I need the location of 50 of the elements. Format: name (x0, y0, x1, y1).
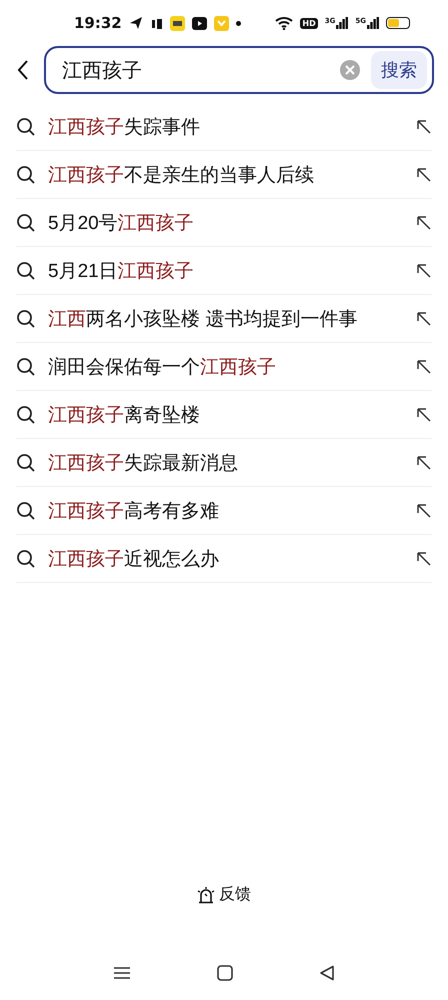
hd-label: HD (300, 18, 318, 28)
feedback-button[interactable]: 反馈 (197, 884, 251, 905)
arrow-up-left-icon[interactable] (416, 118, 432, 134)
dot-icon (236, 20, 241, 26)
search-icon (16, 356, 36, 376)
search-icon (16, 212, 36, 232)
search-icon (16, 500, 36, 520)
video-play-icon (192, 16, 207, 30)
arrow-up-left-icon[interactable] (416, 310, 432, 326)
paper-plane-icon (128, 16, 143, 30)
search-icon (16, 116, 36, 136)
clear-icon (339, 59, 361, 81)
suggestion-item[interactable]: 江西孩子失踪最新消息 (16, 439, 432, 487)
signal-icon (367, 17, 379, 29)
wifi-icon (275, 16, 294, 30)
search-field[interactable]: 江西孩子 搜索 (44, 46, 434, 94)
suggestion-item[interactable]: 江西孩子近视怎么办 (16, 535, 432, 583)
back-triangle-icon[interactable] (319, 964, 335, 980)
search-icon (16, 452, 36, 472)
shield-icon (214, 16, 229, 30)
signal-icon (336, 17, 348, 29)
search-icon (16, 308, 36, 328)
suggestion-item[interactable]: 江西两名小孩坠楼 遗书均提到一件事 (16, 295, 432, 343)
arrow-up-left-icon[interactable] (416, 406, 432, 422)
search-icon (16, 260, 36, 280)
menu-icon[interactable] (113, 966, 131, 980)
search-icon (16, 548, 36, 568)
suggestion-item[interactable]: 江西孩子离奇坠楼 (16, 391, 432, 439)
arrow-up-left-icon[interactable] (416, 358, 432, 374)
suggestion-item[interactable]: 5月20号江西孩子 (16, 199, 432, 247)
arrow-up-left-icon[interactable] (416, 550, 432, 566)
suggestion-item[interactable]: 江西孩子不是亲生的当事人后续 (16, 151, 432, 199)
search-icon (16, 404, 36, 424)
arrow-up-left-icon[interactable] (416, 502, 432, 518)
search-button[interactable]: 搜索 (371, 51, 427, 89)
arrow-up-left-icon[interactable] (416, 166, 432, 182)
suggestion-item[interactable]: 5月21日江西孩子 (16, 247, 432, 295)
clock-time: 19:32 (74, 14, 122, 32)
search-icon (16, 164, 36, 184)
arrow-up-left-icon[interactable] (416, 214, 432, 230)
alarm-bell-icon (197, 886, 215, 904)
suggestion-item[interactable]: 江西孩子高考有多难 (16, 487, 432, 535)
battery-icon (386, 17, 410, 29)
suggestion-item[interactable]: 润田会保佑每一个江西孩子 (16, 343, 432, 391)
app-icon (170, 16, 185, 30)
suggestion-item[interactable]: 江西孩子失踪事件 (16, 103, 432, 151)
arrow-up-left-icon[interactable] (416, 262, 432, 278)
arrow-up-left-icon[interactable] (416, 454, 432, 470)
app-icon (150, 16, 163, 30)
home-square-icon[interactable] (217, 964, 233, 980)
